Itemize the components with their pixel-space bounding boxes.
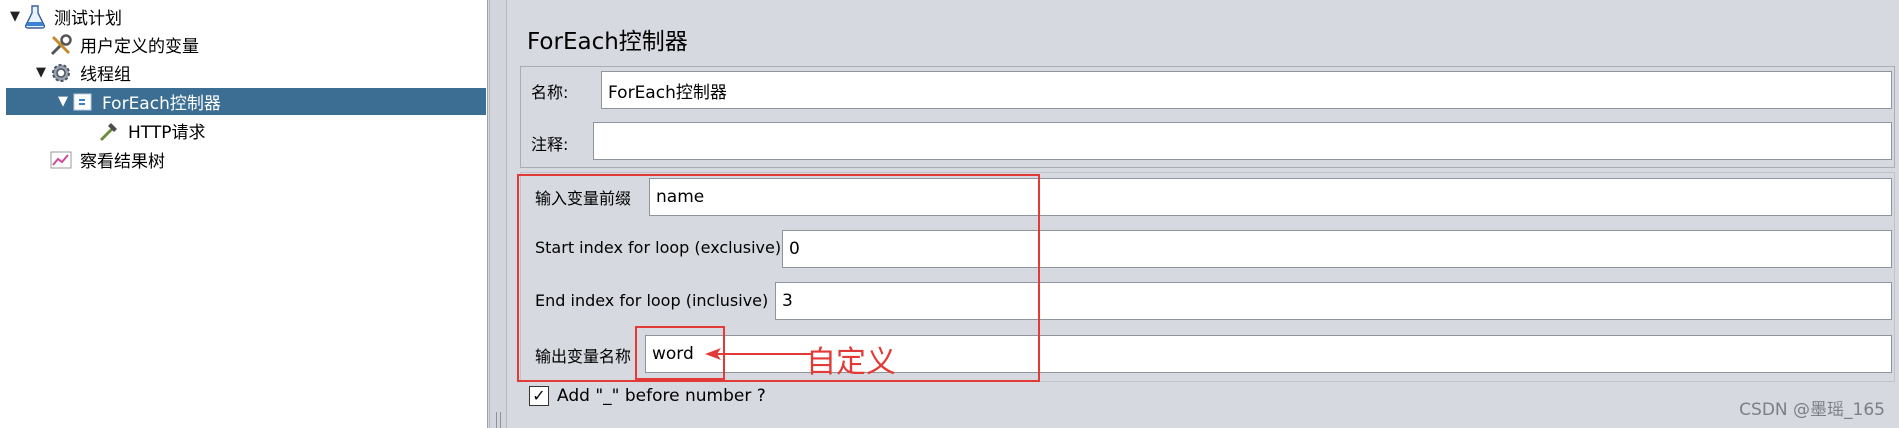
panel-splitter[interactable]	[489, 0, 507, 428]
name-comment-group: 名称: ForEach控制器 注释:	[520, 66, 1895, 168]
expand-toggle[interactable]: ▼	[56, 94, 70, 109]
tree-node-label: 线程组	[80, 65, 131, 85]
beaker-icon	[22, 4, 48, 30]
expand-toggle[interactable]: ▼	[8, 9, 22, 24]
test-plan-tree: ▼ 测试计划 用户定义的变量 ▼ 线程组 ▼ ForEach控制器 HTTP请求	[0, 0, 488, 428]
tree-node-thread-group[interactable]: ▼ 线程组	[34, 59, 131, 86]
watermark: CSDN @墨瑶_165	[1739, 400, 1885, 420]
comment-label: 注释:	[531, 135, 569, 154]
tree-node-view-results-tree[interactable]: 察看结果树	[34, 146, 165, 173]
add-underscore-option[interactable]: ✓ Add "_" before number ?	[529, 386, 766, 406]
annotation-arrow	[705, 348, 813, 360]
foreach-controller-icon	[70, 89, 96, 115]
tree-node-label: ForEach控制器	[102, 94, 221, 114]
tree-node-test-plan[interactable]: ▼ 测试计划	[8, 3, 122, 30]
tree-node-label: 用户定义的变量	[80, 37, 199, 57]
annotation-label: 自定义	[806, 345, 896, 380]
wrench-icon	[48, 32, 74, 58]
splitter-grip[interactable]	[496, 412, 501, 428]
tree-node-label: 测试计划	[54, 9, 122, 29]
gear-icon	[48, 60, 74, 86]
tree-node-foreach-controller[interactable]: ▼ ForEach控制器	[6, 88, 486, 115]
dropper-icon	[96, 118, 122, 144]
add-underscore-checkbox[interactable]: ✓	[529, 386, 549, 406]
name-label: 名称:	[531, 83, 569, 102]
expand-toggle[interactable]: ▼	[34, 65, 48, 80]
tree-node-label: HTTP请求	[128, 123, 206, 143]
foreach-controller-panel: ForEach控制器 名称: ForEach控制器 注释: 输入变量前缀 nam…	[507, 0, 1899, 428]
tree-node-user-variables[interactable]: 用户定义的变量	[34, 31, 199, 58]
comment-field[interactable]	[593, 122, 1892, 160]
add-underscore-label: Add "_" before number ?	[557, 386, 766, 406]
name-field[interactable]: ForEach控制器	[601, 71, 1892, 109]
chart-icon	[48, 147, 74, 173]
tree-node-http-request[interactable]: HTTP请求	[82, 117, 206, 144]
page-title: ForEach控制器	[527, 29, 688, 55]
tree-node-label: 察看结果树	[80, 152, 165, 172]
